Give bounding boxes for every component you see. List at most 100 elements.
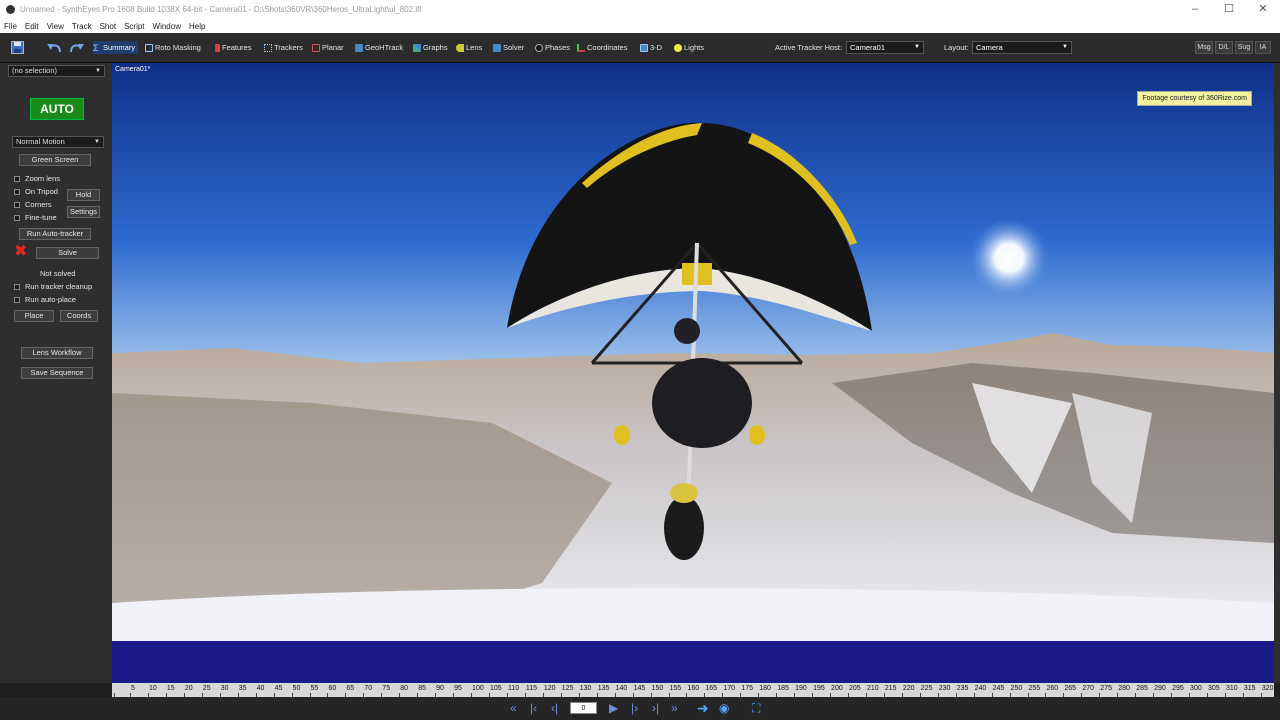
app-icon: [6, 5, 15, 14]
timeline-tick-label: 40: [256, 685, 265, 692]
timeline-tick-label: 95: [454, 685, 462, 692]
corners-checkbox[interactable]: Corners: [14, 200, 52, 209]
tab-lens[interactable]: Lens: [456, 41, 482, 54]
tab-coordinates[interactable]: Coordinates: [577, 41, 627, 54]
timeline-tick-label: 15: [166, 685, 175, 692]
timeline-tick-label: 215: [884, 685, 897, 692]
title-bar: Unnamed - SynthEyes Pro 1608 Build 1038X…: [0, 0, 1280, 19]
timeline-tick-label: 100: [472, 685, 484, 692]
zoom-icon[interactable]: ◉: [719, 701, 729, 715]
layout-select[interactable]: Camera ▼: [972, 41, 1072, 54]
motion-type-select[interactable]: Normal Motion ▼: [12, 136, 104, 148]
timeline-tick-label: 250: [1010, 685, 1023, 692]
prev-frame-icon[interactable]: ‹|: [551, 701, 558, 715]
fine-tune-checkbox[interactable]: Fine-tune: [14, 213, 57, 222]
sug-button[interactable]: Sug: [1235, 41, 1253, 54]
coordinates-icon: [577, 43, 585, 52]
tab-lights[interactable]: Lights: [674, 41, 704, 54]
redo-icon[interactable]: [68, 41, 85, 54]
tab-solver[interactable]: Solver: [493, 41, 524, 54]
sigma-icon: Σ: [93, 42, 99, 53]
geoh-icon: [355, 43, 363, 52]
timeline-ruler[interactable]: 5 10 15 20 25 30 35 40 45 50 55 60 65 70 75 80 85 90 95 100…: [112, 683, 1274, 697]
menu-track[interactable]: Track: [72, 22, 92, 31]
run-auto-tracker-button[interactable]: Run Auto-tracker: [19, 228, 91, 240]
menu-edit[interactable]: Edit: [25, 22, 39, 31]
save-sequence-button[interactable]: Save Sequence: [21, 367, 93, 379]
timeline-tick-label: 220: [902, 685, 915, 692]
fit-view-icon[interactable]: ⛶: [752, 701, 760, 715]
close-icon[interactable]: ✕: [1246, 0, 1280, 19]
rewind-icon[interactable]: «: [510, 701, 517, 715]
tab-roto-masking[interactable]: Roto Masking: [145, 41, 201, 54]
on-tripod-checkbox[interactable]: On Tripod: [14, 187, 58, 196]
timeline-tick-label: 5: [131, 685, 135, 692]
features-icon: [215, 43, 220, 52]
timeline-tick-label: 90: [436, 685, 444, 692]
active-tracker-host-select[interactable]: Camera01 ▼: [846, 41, 924, 54]
camera-viewport[interactable]: Camera01* Footage courtesy of 360Rize.co…: [112, 63, 1274, 683]
timeline-tick-label: 85: [418, 685, 426, 692]
menu-shot[interactable]: Shot: [100, 22, 116, 31]
timeline-tick-label: 205: [849, 685, 861, 692]
dl-button[interactable]: D/L: [1215, 41, 1233, 54]
timeline-tick-label: 55: [310, 685, 319, 692]
timeline-tick-label: 175: [741, 685, 753, 692]
menu-window[interactable]: Window: [153, 22, 181, 31]
tab-phases[interactable]: Phases: [535, 41, 570, 54]
first-frame-icon[interactable]: |‹: [530, 701, 537, 715]
maximize-icon[interactable]: ☐: [1212, 0, 1246, 19]
undo-icon[interactable]: [46, 41, 63, 54]
tab-features[interactable]: Features: [215, 41, 252, 54]
tab-summary[interactable]: Σ Summary: [93, 41, 139, 54]
menu-bar: File Edit View Track Shot Script Window …: [0, 19, 1280, 33]
run-tracker-cleanup-checkbox[interactable]: Run tracker cleanup: [14, 282, 92, 291]
timeline-tick-label: 320: [1261, 685, 1274, 692]
timeline-tick-label: 30: [220, 685, 229, 692]
auto-button[interactable]: AUTO: [30, 98, 84, 120]
timeline-tick-label: 125: [561, 685, 574, 692]
tab-3d[interactable]: 3-D: [640, 41, 662, 54]
minimize-icon[interactable]: –: [1178, 0, 1212, 19]
timeline-tick-label: 315: [1243, 685, 1256, 692]
bulb-icon: [674, 43, 682, 52]
next-frame-icon[interactable]: |›: [631, 701, 638, 715]
timeline-tick-label: 230: [938, 685, 951, 692]
timeline-tick-label: 160: [687, 685, 700, 692]
menu-help[interactable]: Help: [189, 22, 205, 31]
run-auto-place-checkbox[interactable]: Run auto-place: [14, 295, 76, 304]
tab-geohtrack[interactable]: GeoHTrack: [355, 41, 403, 54]
coords-button[interactable]: Coords: [60, 310, 98, 322]
save-icon[interactable]: [11, 41, 24, 54]
tab-trackers[interactable]: Trackers: [264, 41, 303, 54]
menu-view[interactable]: View: [47, 22, 64, 31]
menu-file[interactable]: File: [4, 22, 17, 31]
timeline-tick-label: 225: [920, 685, 933, 692]
lens-workflow-button[interactable]: Lens Workflow: [21, 347, 93, 359]
settings-button[interactable]: Settings: [67, 206, 100, 218]
tab-planar[interactable]: Planar: [312, 41, 344, 54]
tab-graphs[interactable]: Graphs: [413, 41, 448, 54]
viewport-border: [1274, 63, 1280, 683]
msg-button[interactable]: Msg: [1195, 41, 1213, 54]
roto-icon: [145, 43, 153, 52]
zoom-lens-checkbox[interactable]: Zoom lens: [14, 174, 60, 183]
footage-credit: Footage courtesy of 360Rize.com: [1137, 91, 1252, 106]
chevron-down-icon: ▼: [914, 44, 920, 50]
menu-script[interactable]: Script: [124, 22, 144, 31]
trackers-icon: [264, 43, 272, 52]
forward-arrow-icon[interactable]: ➜: [697, 701, 709, 715]
selection-select[interactable]: (no selection) ▼: [8, 65, 105, 77]
green-screen-button[interactable]: Green Screen: [19, 154, 91, 166]
ia-button[interactable]: IA: [1255, 41, 1271, 54]
fast-forward-icon[interactable]: »: [671, 701, 678, 715]
place-button[interactable]: Place: [14, 310, 54, 322]
timeline-tick-label: 145: [633, 685, 646, 692]
frame-number-field[interactable]: 0: [570, 702, 597, 714]
solve-button[interactable]: Solve: [36, 247, 99, 259]
play-icon[interactable]: ▶: [609, 701, 618, 715]
hold-button[interactable]: Hold: [67, 189, 100, 201]
layout-label: Layout:: [944, 43, 969, 52]
timeline-tick-label: 275: [1100, 685, 1112, 692]
last-frame-icon[interactable]: ›|: [652, 701, 659, 715]
